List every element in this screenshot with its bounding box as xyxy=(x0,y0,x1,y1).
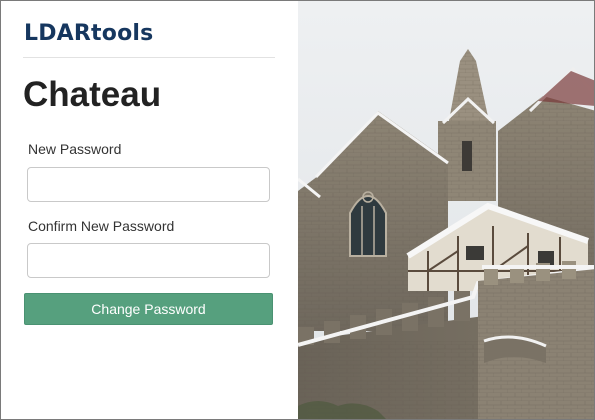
login-window: LDARtools Chateau New Password Confirm N… xyxy=(0,0,595,420)
header-divider xyxy=(23,57,275,58)
new-password-field[interactable] xyxy=(27,167,270,202)
confirm-password-field[interactable] xyxy=(27,243,270,278)
change-password-button[interactable]: Change Password xyxy=(24,293,273,325)
ldartools-logo: LDARtools xyxy=(24,21,154,46)
new-password-label: New Password xyxy=(28,141,122,157)
page-title: Chateau xyxy=(23,75,162,114)
castle-photo xyxy=(298,1,594,419)
confirm-password-label: Confirm New Password xyxy=(28,218,175,234)
form-panel: LDARtools Chateau New Password Confirm N… xyxy=(1,1,298,419)
